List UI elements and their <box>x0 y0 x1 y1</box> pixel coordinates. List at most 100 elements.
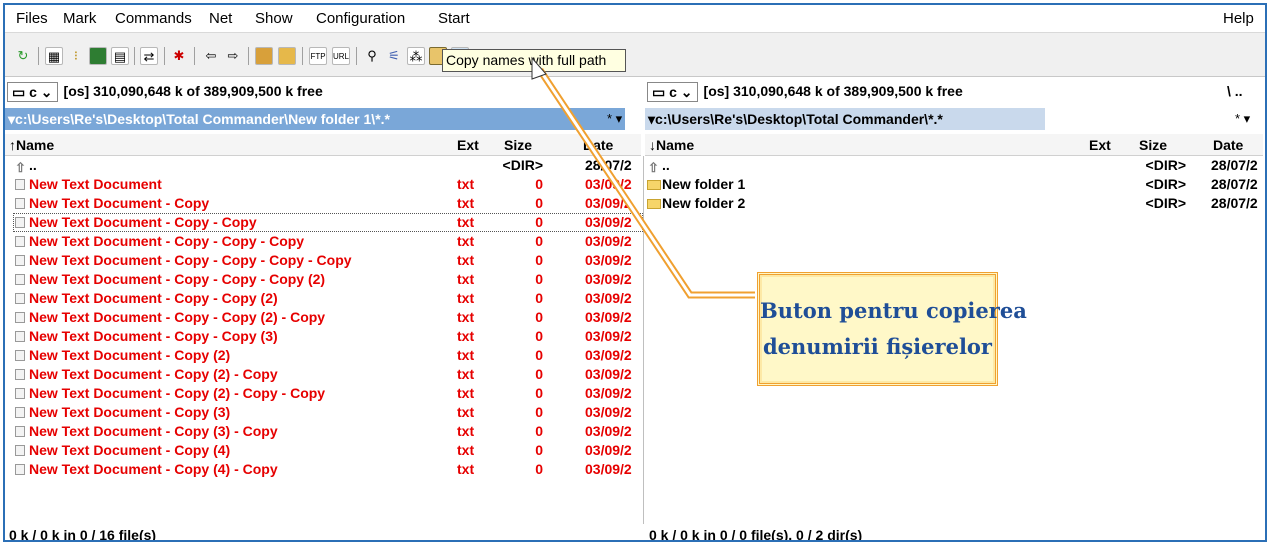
toolbar-separator <box>194 47 195 65</box>
file-size: 0 <box>535 366 543 382</box>
file-row[interactable]: New Text Document - Copy (4) - Copy txt 0 0… <box>13 460 643 479</box>
file-row[interactable]: New Text Document - Copy - Copy txt 0 03/09… <box>13 213 643 232</box>
text-file-icon <box>15 426 25 437</box>
file-row[interactable]: New Text Document - Copy - Copy - Copy tx… <box>13 232 643 251</box>
menu-configuration[interactable]: Configuration <box>316 10 405 27</box>
right-col-ext[interactable]: Ext <box>1089 134 1111 156</box>
ftp-connect-icon[interactable]: FTP <box>309 47 327 65</box>
folder-name: New folder 2 <box>662 195 746 211</box>
file-size: 0 <box>535 328 543 344</box>
menu-net[interactable]: Net <box>209 10 232 27</box>
file-size: 0 <box>535 423 543 439</box>
file-row[interactable]: New Text Document txt 0 03/09/2 <box>13 175 643 194</box>
folder-icon <box>647 199 661 209</box>
brief-view-icon[interactable]: ▦ <box>45 47 63 65</box>
file-name: New Text Document - Copy (3) <box>29 404 231 420</box>
text-file-icon <box>15 274 25 285</box>
file-name: New Text Document - Copy (2) - Copy - Co… <box>29 385 326 401</box>
right-drive-bar: ▭ c ⌄ [os] 310,090,648 k of 389,909,500 k… <box>647 80 963 103</box>
forward-arrow-icon[interactable]: ⇨ <box>224 47 242 65</box>
detailed-view-icon[interactable]: ⁝ <box>67 47 85 65</box>
parent-dir-row[interactable]: ⇧.. <DIR> 28/07/2 <box>646 156 1261 175</box>
pack-files-icon[interactable] <box>255 47 273 65</box>
menu-help[interactable]: Help <box>1223 10 1254 27</box>
file-ext: txt <box>457 176 475 192</box>
file-row[interactable]: New Text Document - Copy (3) - Copy txt 0 0… <box>13 422 643 441</box>
left-col-size[interactable]: Size <box>504 134 532 156</box>
file-ext: txt <box>457 366 475 382</box>
file-name: New Text Document - Copy - Copy - Copy -… <box>29 252 352 268</box>
file-size: 0 <box>535 461 543 477</box>
parent-dir-row[interactable]: ⇧.. <DIR> 28/07/2 <box>13 156 643 175</box>
right-col-name[interactable]: ↓ Name <box>649 134 694 156</box>
thumbnails-icon[interactable] <box>89 47 107 65</box>
left-path-bar[interactable]: ▾c:\Users\Re's\Desktop\Total Commander\N… <box>5 108 625 130</box>
tree-view-icon[interactable]: ▤ <box>111 47 129 65</box>
right-root-button[interactable]: \ .. <box>1227 80 1243 102</box>
left-status: 0 k / 0 k in 0 / 16 file(s) <box>9 527 157 542</box>
file-row[interactable]: New Text Document - Copy (2) - Copy - Co… <box>13 384 643 403</box>
file-row[interactable]: New Text Document - Copy - Copy (3) txt 0 0… <box>13 327 643 346</box>
invert-selection-icon[interactable]: ⇄ <box>140 47 158 65</box>
menu-start[interactable]: Start <box>438 10 470 27</box>
right-drive-select[interactable]: ▭ c ⌄ <box>647 82 698 103</box>
left-col-ext[interactable]: Ext <box>457 134 479 156</box>
file-name: New Text Document - Copy (3) - Copy <box>29 423 278 439</box>
file-row[interactable]: New Text Document - Copy (2) txt 0 03/09/2 <box>13 346 643 365</box>
toolbar-separator <box>164 47 165 65</box>
right-free-space: [os] 310,090,648 k of 389,909,500 k free <box>703 83 963 99</box>
text-file-icon <box>15 445 25 456</box>
sync-dirs-icon[interactable]: ⁂ <box>407 47 425 65</box>
search-binoculars-icon[interactable]: ⚲ <box>363 47 381 65</box>
select-all-icon[interactable]: ✱ <box>170 47 188 65</box>
menu-bar: Files Mark Commands Net Show Configurati… <box>5 5 1265 33</box>
menu-mark[interactable]: Mark <box>63 10 96 27</box>
menu-files[interactable]: Files <box>16 10 48 27</box>
multi-rename-icon[interactable]: ⚟ <box>385 47 403 65</box>
parent-dir-size: <DIR> <box>1145 157 1186 173</box>
file-date: 03/09/2 <box>585 195 632 211</box>
file-name: New Text Document - Copy - Copy <box>29 214 257 230</box>
right-col-size[interactable]: Size <box>1139 134 1167 156</box>
refresh-icon[interactable]: ↻ <box>14 47 32 65</box>
folder-row[interactable]: New folder 2 <DIR> 28/07/2 <box>646 194 1261 213</box>
menu-commands[interactable]: Commands <box>115 10 192 27</box>
file-size: 0 <box>535 233 543 249</box>
file-ext: txt <box>457 309 475 325</box>
parent-dir-name: .. <box>662 157 670 173</box>
file-date: 03/09/2 <box>585 366 632 382</box>
back-arrow-icon[interactable]: ⇦ <box>202 47 220 65</box>
file-row[interactable]: New Text Document - Copy (4) txt 0 03/09/2 <box>13 441 643 460</box>
left-history-button[interactable]: * ▾ <box>607 108 622 130</box>
url-connect-icon[interactable]: URL <box>332 47 350 65</box>
file-row[interactable]: New Text Document - Copy - Copy (2) - Co… <box>13 308 643 327</box>
left-drive-select[interactable]: ▭ c ⌄ <box>7 82 58 103</box>
file-row[interactable]: New Text Document - Copy - Copy (2) txt 0 0… <box>13 289 643 308</box>
right-path-bar[interactable]: ▾c:\Users\Re's\Desktop\Total Commander\*… <box>645 108 1045 130</box>
file-size: 0 <box>535 252 543 268</box>
left-col-name[interactable]: ↑ Name <box>9 134 54 156</box>
file-date: 03/09/2 <box>585 385 632 401</box>
file-date: 03/09/2 <box>585 461 632 477</box>
file-row[interactable]: New Text Document - Copy txt 0 03/09/2 <box>13 194 643 213</box>
annotation-line-2: denumirii fișierelor <box>762 334 992 359</box>
total-commander-window: Files Mark Commands Net Show Configurati… <box>3 3 1267 542</box>
file-row[interactable]: New Text Document - Copy - Copy - Copy (… <box>13 270 643 289</box>
left-col-date[interactable]: Date <box>583 134 613 156</box>
right-status: 0 k / 0 k in 0 / 0 file(s), 0 / 2 dir(s) <box>649 527 863 542</box>
file-row[interactable]: New Text Document - Copy (2) - Copy txt 0 0… <box>13 365 643 384</box>
right-history-button[interactable]: * ▾ <box>1235 108 1250 130</box>
text-file-icon <box>15 369 25 380</box>
folder-row[interactable]: New folder 1 <DIR> 28/07/2 <box>646 175 1261 194</box>
folder-size: <DIR> <box>1145 176 1186 192</box>
file-row[interactable]: New Text Document - Copy - Copy - Copy -… <box>13 251 643 270</box>
menu-show[interactable]: Show <box>255 10 293 27</box>
toolbar-separator <box>134 47 135 65</box>
file-date: 03/09/2 <box>585 176 632 192</box>
file-name: New Text Document - Copy <box>29 195 210 211</box>
unpack-files-icon[interactable] <box>278 47 296 65</box>
file-row[interactable]: New Text Document - Copy (3) txt 0 03/09/2 <box>13 403 643 422</box>
file-ext: txt <box>457 233 475 249</box>
right-col-date[interactable]: Date <box>1213 134 1243 156</box>
parent-dir-date: 28/07/2 <box>1211 157 1258 173</box>
